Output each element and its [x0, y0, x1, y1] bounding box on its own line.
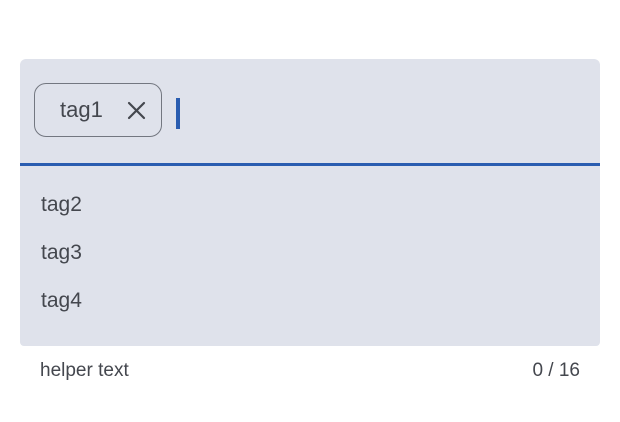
active-indicator: [20, 163, 600, 166]
character-counter: 0 / 16: [532, 360, 580, 381]
menu-item-tag4[interactable]: tag4: [20, 277, 600, 325]
tag-input-field[interactable]: tag1 tag2 tag3 tag4: [20, 59, 600, 346]
supporting-text-row: helper text 0 / 16: [20, 358, 600, 384]
menu-item-tag2[interactable]: tag2: [20, 181, 600, 229]
suggestion-menu: tag2 tag3 tag4: [20, 181, 600, 325]
menu-item-tag3[interactable]: tag3: [20, 229, 600, 277]
text-cursor[interactable]: [176, 98, 180, 129]
chip-label: tag1: [60, 97, 103, 122]
close-icon[interactable]: [127, 101, 146, 120]
input-row[interactable]: tag1: [20, 59, 600, 165]
helper-text: helper text: [40, 360, 129, 381]
chip-tag1[interactable]: tag1: [34, 83, 162, 137]
